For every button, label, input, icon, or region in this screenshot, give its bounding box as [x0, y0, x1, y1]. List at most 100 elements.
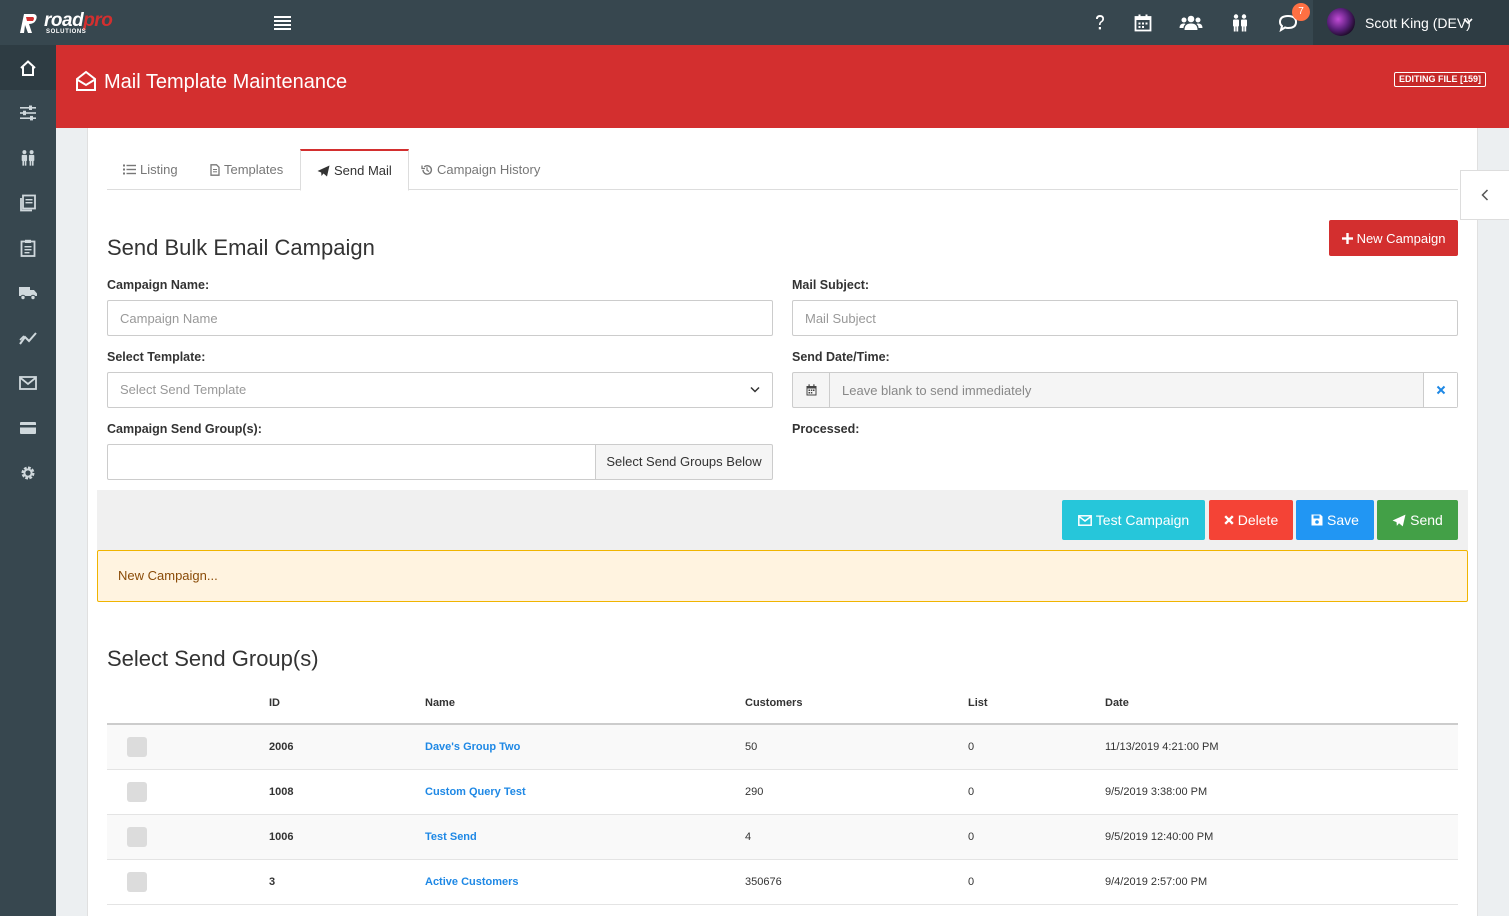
help-icon[interactable] [1088, 11, 1112, 35]
send-datetime-group [792, 372, 1458, 408]
send-groups-table: ID Name Customers List Date 2006 Dave's … [107, 683, 1458, 905]
group-name-link[interactable]: Dave's Group Two [425, 741, 520, 753]
row-checkbox[interactable] [127, 871, 147, 892]
group-date: 9/5/2019 3:38:00 PM [1105, 769, 1458, 815]
envelope-icon [1077, 514, 1092, 526]
sidebar-item-people[interactable] [0, 135, 56, 180]
mail-icon [19, 375, 37, 390]
tab-send-mail[interactable]: Send Mail [300, 149, 409, 191]
column-header-date[interactable]: Date [1105, 683, 1458, 725]
tab-listing[interactable]: Listing [107, 149, 194, 190]
group-list: 0 [968, 814, 1105, 860]
status-alert: New Campaign... [97, 550, 1468, 602]
sidebar-item-home[interactable] [0, 45, 56, 90]
credit-card-icon [20, 421, 36, 434]
sidebar-item-analytics[interactable] [0, 315, 56, 360]
file-icon [210, 163, 220, 176]
groups-title: Select Send Group(s) [107, 646, 319, 671]
table-row: 1006 Test Send 4 0 9/5/2019 12:40:00 PM [107, 814, 1458, 860]
group-name-cell: Custom Query Test [425, 769, 745, 815]
chevron-down-icon [750, 386, 760, 393]
send-groups-field[interactable] [107, 444, 596, 480]
group-name-link[interactable]: Custom Query Test [425, 786, 526, 798]
column-header-name[interactable]: Name [425, 683, 745, 725]
top-bar: roadpro SOLUTIONS 7 Scott King (DEV) [0, 0, 1509, 45]
tab-campaign-history[interactable]: Campaign History [405, 149, 556, 190]
chevron-down-icon [1463, 18, 1473, 25]
logo-mark-icon [20, 14, 37, 33]
table-header-row: ID Name Customers List Date [107, 683, 1458, 725]
campaign-name-label: Campaign Name: [107, 278, 210, 292]
group-id: 1006 [269, 814, 425, 860]
group-customers: 4 [745, 814, 968, 860]
chevron-left-icon [1481, 189, 1489, 201]
send-datetime-input[interactable] [830, 373, 1424, 407]
people-icon[interactable] [1228, 11, 1252, 35]
group-name-link[interactable]: Active Customers [425, 876, 519, 888]
envelope-open-icon [76, 70, 96, 91]
processed-label: Processed: [792, 422, 860, 436]
column-header-list[interactable]: List [968, 683, 1105, 725]
users-icon[interactable] [1179, 11, 1203, 35]
mail-subject-input[interactable] [792, 300, 1458, 336]
column-header-id[interactable]: ID [269, 683, 425, 725]
group-list: 0 [968, 724, 1105, 770]
row-checkbox[interactable] [127, 781, 147, 802]
select-template-label: Select Template: [107, 350, 206, 364]
group-date: 9/4/2019 2:57:00 PM [1105, 859, 1458, 905]
calendar-icon[interactable] [793, 373, 830, 407]
template-select[interactable]: Select Send Template [107, 372, 773, 408]
roadpro-logo[interactable]: roadpro SOLUTIONS [18, 10, 128, 36]
group-name-link[interactable]: Test Send [425, 831, 477, 843]
collapse-panel-button[interactable] [1460, 170, 1509, 220]
row-checkbox[interactable] [127, 826, 147, 847]
save-button[interactable]: Save [1296, 500, 1374, 540]
sidebar-item-settings-sliders[interactable] [0, 90, 56, 135]
group-name-cell: Dave's Group Two [425, 724, 745, 770]
group-customers: 290 [745, 769, 968, 815]
group-date: 9/5/2019 12:40:00 PM [1105, 814, 1458, 860]
close-icon [1436, 385, 1445, 395]
editing-file-badge: EDITING FILE [159] [1394, 72, 1487, 87]
chart-icon [19, 331, 37, 345]
group-list: 0 [968, 859, 1105, 905]
select-send-groups-button[interactable]: Select Send Groups Below [595, 444, 773, 480]
test-campaign-button[interactable]: Test Campaign [1062, 500, 1205, 540]
sidebar-item-clipboard[interactable] [0, 225, 56, 270]
tab-templates[interactable]: Templates [194, 149, 299, 190]
tab-listing-label: Listing [140, 162, 178, 177]
calendar-icon[interactable] [1131, 11, 1155, 35]
new-campaign-button[interactable]: New Campaign [1329, 220, 1458, 256]
send-groups-label: Campaign Send Group(s): [107, 422, 262, 436]
save-label: Save [1327, 512, 1359, 528]
group-list: 0 [968, 769, 1105, 815]
group-id: 3 [269, 859, 425, 905]
send-button[interactable]: Send [1377, 500, 1458, 540]
floppy-disk-icon [1311, 514, 1323, 526]
user-menu[interactable]: Scott King (DEV) [1313, 0, 1509, 45]
column-header-select [107, 683, 269, 725]
sidebar-item-documents[interactable] [0, 180, 56, 225]
delete-button[interactable]: Delete [1209, 500, 1293, 540]
send-label: Send [1410, 512, 1443, 528]
mail-subject-label: Mail Subject: [792, 278, 870, 292]
sidebar-item-settings[interactable] [0, 450, 56, 495]
close-icon [1224, 515, 1234, 525]
campaign-name-input[interactable] [107, 300, 773, 336]
sidebar-item-billing[interactable] [0, 405, 56, 450]
sidebar-item-delivery[interactable] [0, 270, 56, 315]
group-customers: 50 [745, 724, 968, 770]
clear-date-button[interactable] [1423, 373, 1457, 407]
template-select-placeholder: Select Send Template [120, 382, 247, 397]
page-title: Mail Template Maintenance [104, 71, 348, 93]
clipboard-icon [20, 239, 36, 257]
row-checkbox[interactable] [127, 736, 147, 757]
people-icon [21, 149, 35, 166]
menu-icon[interactable] [273, 14, 293, 32]
delete-label: Delete [1237, 512, 1279, 528]
table-row: 1008 Custom Query Test 290 0 9/5/2019 3:… [107, 769, 1458, 815]
column-header-customers[interactable]: Customers [745, 683, 968, 725]
history-icon [421, 164, 433, 175]
group-name-cell: Active Customers [425, 859, 745, 905]
sidebar-item-mail[interactable] [0, 360, 56, 405]
